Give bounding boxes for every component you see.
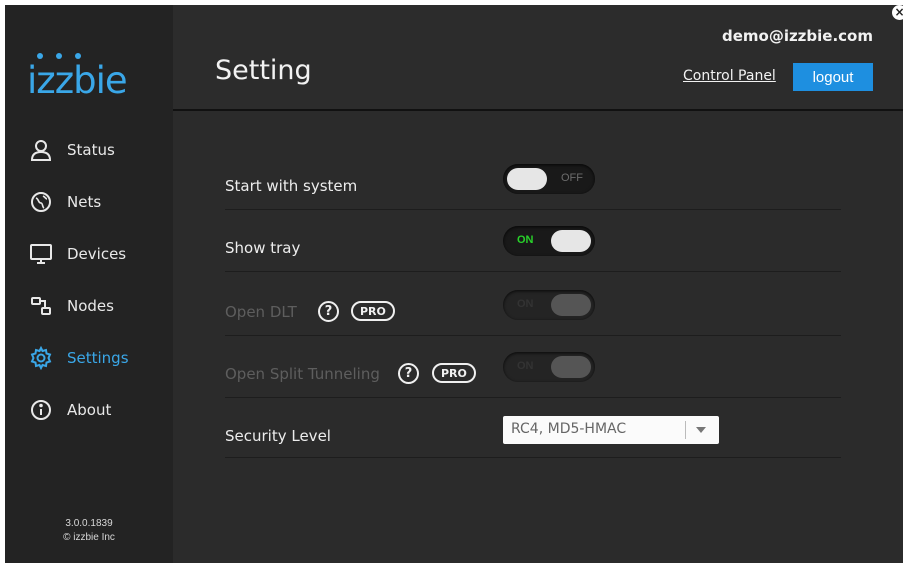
copyright-text: © izzbie Inc	[63, 532, 115, 543]
setting-label: Open Split Tunneling	[225, 365, 380, 383]
app-window: izzbie Status Nets Devices Nodes Setting…	[5, 5, 903, 563]
sidebar-item-devices[interactable]: Devices	[29, 239, 169, 269]
security-level-value: RC4, MD5-HMAC	[511, 421, 627, 437]
toggle-knob	[551, 230, 591, 252]
toggle-knob	[507, 168, 547, 190]
sidebar-item-label: Status	[67, 141, 115, 159]
page-title: Setting	[215, 55, 312, 86]
sidebar-item-settings[interactable]: Settings	[29, 343, 169, 373]
toggle-knob	[551, 294, 591, 316]
separator	[225, 397, 841, 398]
logo-text: izzbie	[27, 59, 128, 102]
security-level-select[interactable]: RC4, MD5-HMAC	[503, 416, 719, 444]
sidebar-item-nets[interactable]: Nets	[29, 187, 169, 217]
globe-icon	[29, 190, 53, 214]
version-number: 3.0.0.1839	[65, 518, 113, 529]
open-dlt-toggle: ON	[503, 290, 595, 320]
separator	[225, 209, 841, 210]
setting-label: Security Level	[225, 427, 331, 445]
header-divider	[173, 109, 903, 111]
sidebar-item-status[interactable]: Status	[29, 135, 169, 165]
help-icon[interactable]: ?	[318, 301, 339, 322]
toggle-state: ON	[517, 360, 534, 372]
sidebar-item-label: Settings	[67, 349, 129, 367]
setting-label: Start with system	[225, 177, 358, 195]
nodes-icon	[29, 294, 53, 318]
monitor-icon	[29, 242, 53, 266]
sidebar-item-label: Nets	[67, 193, 102, 211]
sidebar-item-nodes[interactable]: Nodes	[29, 291, 169, 321]
toggle-state: OFF	[561, 172, 583, 184]
logout-button[interactable]: logout	[793, 63, 873, 91]
toggle-state: ON	[517, 234, 534, 246]
chevron-down-icon[interactable]	[696, 427, 706, 433]
user-icon	[29, 138, 53, 162]
close-icon[interactable]: ×	[892, 5, 903, 20]
help-icon[interactable]: ?	[398, 363, 419, 384]
gear-icon	[29, 346, 53, 370]
show-tray-toggle[interactable]: ON	[503, 226, 595, 256]
info-icon	[29, 398, 53, 422]
open-split-tunneling-toggle: ON	[503, 352, 595, 382]
pro-badge: PRO	[351, 301, 395, 321]
control-panel-link[interactable]: Control Panel	[683, 68, 776, 84]
separator	[225, 271, 841, 272]
setting-open-split-tunneling: Open Split Tunneling ? PRO	[225, 359, 505, 391]
version-info: 3.0.0.1839 © izzbie Inc	[5, 517, 173, 545]
user-email: demo@izzbie.com	[721, 27, 873, 45]
setting-label: Open DLT	[225, 303, 297, 321]
toggle-state: ON	[517, 298, 534, 310]
pro-badge: PRO	[432, 363, 476, 383]
sidebar-item-label: About	[67, 401, 112, 419]
sidebar-item-label: Nodes	[67, 297, 114, 315]
sidebar-item-about[interactable]: About	[29, 395, 169, 425]
sidebar-item-label: Devices	[67, 245, 127, 263]
separator	[225, 457, 841, 458]
setting-label: Show tray	[225, 239, 301, 257]
setting-open-dlt: Open DLT ? PRO	[225, 297, 425, 329]
sidebar: izzbie Status Nets Devices Nodes Setting…	[5, 5, 173, 563]
izzbie-logo: izzbie	[27, 49, 157, 102]
select-divider	[685, 421, 686, 439]
toggle-knob	[551, 356, 591, 378]
start-with-system-toggle[interactable]: OFF	[503, 164, 595, 194]
separator	[225, 335, 841, 336]
